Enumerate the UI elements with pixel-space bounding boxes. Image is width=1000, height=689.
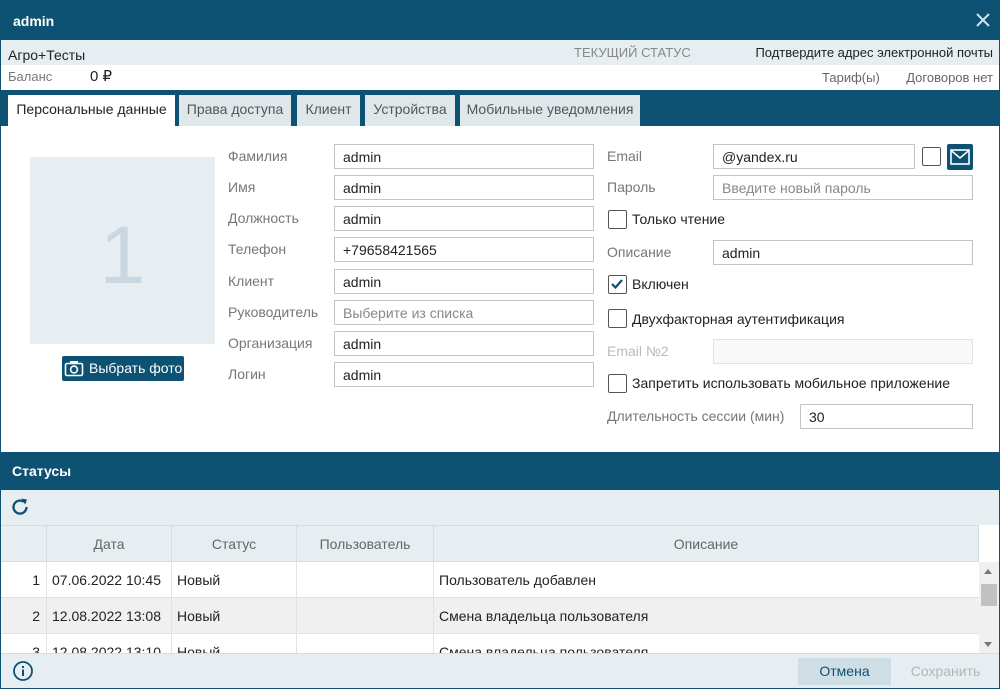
dialog-footer: Отмена Сохранить <box>1 653 999 688</box>
cell-description: Пользователь добавлен <box>439 572 596 588</box>
scroll-down-icon[interactable] <box>984 642 992 647</box>
cell-index: 2 <box>1 598 47 634</box>
readonly-checkbox[interactable] <box>608 210 627 229</box>
cell-index: 3 <box>1 634 47 653</box>
cell-user <box>297 562 434 598</box>
cell-date: 12.08.2022 13:10 <box>47 634 172 653</box>
scroll-up-icon[interactable] <box>984 569 992 574</box>
password-input[interactable]: Введите новый пароль <box>713 175 973 200</box>
refresh-icon[interactable] <box>9 496 31 518</box>
name-label: Имя <box>228 179 256 195</box>
info-icon[interactable] <box>12 660 34 682</box>
password-label: Пароль <box>607 179 656 195</box>
choose-photo-label: Выбрать фото <box>89 360 183 376</box>
cell-user <box>297 598 434 634</box>
current-status-label: ТЕКУЩИЙ СТАТУС <box>574 45 691 60</box>
two-factor-label: Двухфакторная аутентификация <box>632 311 845 327</box>
login-label: Логин <box>228 366 266 382</box>
phone-input[interactable]: +79658421565 <box>334 237 594 262</box>
email2-input <box>713 339 973 364</box>
org-name: Агро+Тесты <box>8 47 86 63</box>
forbid-mobile-checkbox[interactable] <box>608 374 627 393</box>
forbid-mobile-label: Запретить использовать мобильное приложе… <box>632 375 951 391</box>
statuses-title: Статусы <box>12 463 72 479</box>
tab-devices[interactable]: Устройства <box>365 95 455 126</box>
surname-label: Фамилия <box>228 148 288 164</box>
description-label: Описание <box>607 244 672 260</box>
tab-strip: Персональные данные Права доступа Клиент… <box>1 90 999 126</box>
enabled-label: Включен <box>632 276 689 292</box>
login-input[interactable]: admin <box>334 362 594 387</box>
table-row[interactable]: 2 12.08.2022 13:08 Новый Смена владельца… <box>1 598 979 634</box>
statuses-grid: Дата Статус Пользователь Описание 1 07.0… <box>1 525 999 653</box>
choose-photo-button[interactable]: Выбрать фото <box>62 356 184 381</box>
manager-label: Руководитель <box>228 304 319 320</box>
cell-description: Смена владельца пользователя <box>439 608 649 624</box>
email-input[interactable]: @yandex.ru <box>713 144 915 169</box>
cell-date: 12.08.2022 13:08 <box>47 598 172 634</box>
name-input[interactable]: admin <box>334 175 594 200</box>
email-confirm-checkbox[interactable] <box>922 147 941 166</box>
col-header-user[interactable]: Пользователь <box>297 526 434 562</box>
user-dialog: admin Агро+Тесты ТЕКУЩИЙ СТАТУС Подтверд… <box>0 0 1000 689</box>
two-factor-checkbox[interactable] <box>608 309 627 328</box>
send-email-button[interactable] <box>947 144 973 170</box>
statuses-toolbar <box>1 490 999 525</box>
col-header-date[interactable]: Дата <box>47 526 172 562</box>
tariff-link[interactable]: Тариф(ы) <box>822 70 880 85</box>
title-bar: admin <box>1 1 999 40</box>
description-input[interactable]: admin <box>713 240 973 265</box>
info-bar: Агро+Тесты ТЕКУЩИЙ СТАТУС Подтвердите ад… <box>1 40 999 65</box>
organization-label: Организация <box>228 335 313 351</box>
client-label: Клиент <box>228 273 275 289</box>
balance-label: Баланс <box>8 69 53 84</box>
window-title: admin <box>13 13 55 29</box>
camera-icon <box>64 359 84 378</box>
avatar: 1 <box>30 157 215 344</box>
phone-label: Телефон <box>228 241 287 257</box>
email2-label: Email №2 <box>607 343 669 359</box>
close-icon[interactable] <box>973 10 993 30</box>
cell-status: Новый <box>172 598 297 634</box>
session-label: Длительность сессии (мин) <box>607 408 785 424</box>
table-row[interactable]: 1 07.06.2022 10:45 Новый Пользователь до… <box>1 562 979 598</box>
grid-scrollbar[interactable] <box>979 562 999 653</box>
email-label: Email <box>607 148 643 164</box>
surname-input[interactable]: admin <box>334 144 594 169</box>
statuses-header: Статусы <box>1 452 999 490</box>
organization-input[interactable]: admin <box>334 331 594 356</box>
enabled-checkbox[interactable] <box>608 275 627 294</box>
col-header-status[interactable]: Статус <box>172 526 297 562</box>
cell-description: Смена владельца пользователя <box>439 644 649 653</box>
balance-value: 0 ₽ <box>90 68 113 85</box>
avatar-placeholder: 1 <box>99 210 146 301</box>
tab-client[interactable]: Клиент <box>297 95 360 126</box>
grid-header: Дата Статус Пользователь Описание <box>1 525 979 562</box>
balance-bar: Баланс 0 ₽ Тариф(ы) Договоров нет <box>1 65 999 90</box>
session-input[interactable]: 30 <box>800 404 973 429</box>
client-input[interactable]: admin <box>334 269 594 294</box>
tab-mobile-notifications[interactable]: Мобильные уведомления <box>460 95 640 126</box>
col-header-description[interactable]: Описание <box>434 526 979 562</box>
cell-status: Новый <box>172 634 297 653</box>
contracts-link[interactable]: Договоров нет <box>906 70 993 85</box>
cell-user <box>297 634 434 653</box>
confirm-email-link[interactable]: Подтвердите адрес электронной почты <box>755 45 993 60</box>
cancel-button[interactable]: Отмена <box>798 658 891 685</box>
scroll-thumb[interactable] <box>981 584 997 606</box>
manager-select[interactable]: Выберите из списка <box>334 300 594 325</box>
position-input[interactable]: admin <box>334 206 594 231</box>
tab-access-rights[interactable]: Права доступа <box>179 95 291 126</box>
cell-status: Новый <box>172 562 297 598</box>
cell-index: 1 <box>1 562 47 598</box>
table-row[interactable]: 3 12.08.2022 13:10 Новый Смена владельца… <box>1 634 979 653</box>
save-button: Сохранить <box>910 663 981 679</box>
cell-date: 07.06.2022 10:45 <box>47 562 172 598</box>
readonly-label: Только чтение <box>632 211 726 227</box>
position-label: Должность <box>228 210 299 226</box>
tab-personal-data[interactable]: Персональные данные <box>8 95 175 126</box>
col-header-index <box>1 526 47 562</box>
